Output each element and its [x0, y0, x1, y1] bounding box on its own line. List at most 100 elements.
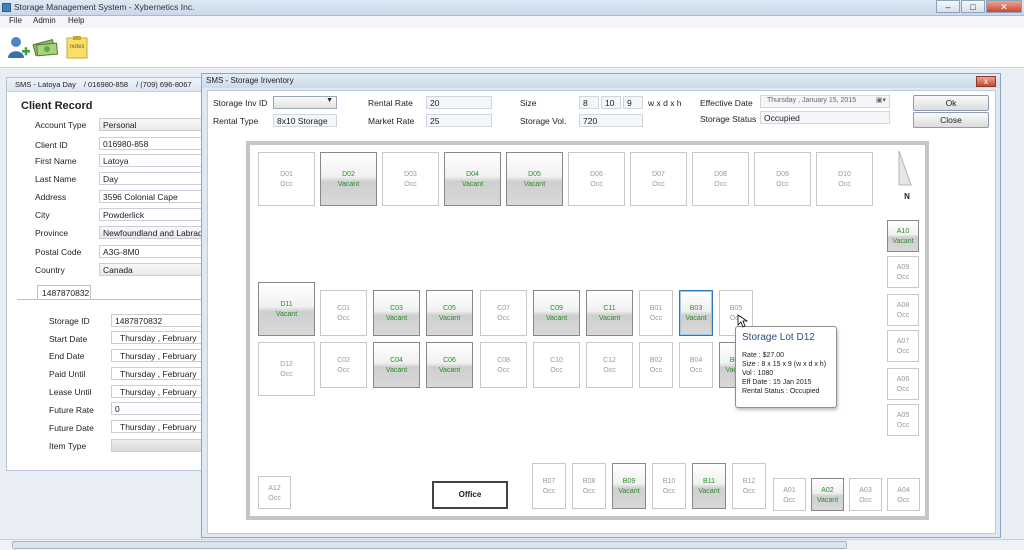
storage-lot-d01[interactable]: D01 Occ	[258, 152, 315, 206]
size-height-field[interactable]: 9	[623, 96, 643, 109]
lot-status: Occ	[497, 315, 510, 322]
effective-date-picker[interactable]: Thursday , January 15, 2015 ▣▾	[760, 95, 890, 108]
storage-lot-b03[interactable]: B03 Vacant	[679, 290, 713, 336]
add-client-icon[interactable]	[5, 34, 31, 60]
storage-lot-a04[interactable]: A04 Occ	[887, 478, 920, 511]
scrollbar-thumb[interactable]	[12, 541, 847, 549]
rental-type-field[interactable]: 8x10 Storage	[273, 114, 337, 127]
storage-lot-d03[interactable]: D03 Occ	[382, 152, 439, 206]
province-select[interactable]: Newfoundland and Labrador	[99, 226, 209, 239]
country-select[interactable]: Canada	[99, 263, 209, 276]
storage-lot-c12[interactable]: C12 Occ	[586, 342, 633, 388]
storage-vol-field[interactable]: 720	[579, 114, 643, 127]
close-window-button[interactable]: ✕	[986, 0, 1022, 13]
storage-lot-a07[interactable]: A07 Occ	[887, 330, 919, 362]
storage-lot-c11[interactable]: C11 Vacant	[586, 290, 633, 336]
crumb-client-name[interactable]: SMS - Latoya Day	[15, 80, 76, 89]
size-label: Size	[520, 98, 537, 108]
storage-lot-d07[interactable]: D07 Occ	[630, 152, 687, 206]
lot-id: D04	[466, 171, 479, 178]
maximize-button[interactable]: □	[961, 0, 985, 13]
ok-button[interactable]: Ok	[913, 95, 989, 111]
storage-lot-c06[interactable]: C06 Vacant	[426, 342, 473, 388]
storage-lot-b02[interactable]: B02 Occ	[639, 342, 673, 388]
province-label: Province	[35, 228, 69, 238]
storage-lot-c05[interactable]: C05 Vacant	[426, 290, 473, 336]
tab-storage-id[interactable]: 1487870832	[37, 285, 91, 300]
storage-lot-a10[interactable]: A10 Vacant	[887, 220, 919, 252]
storage-lot-d02[interactable]: D02 Vacant	[320, 152, 377, 206]
storage-lot-d06[interactable]: D06 Occ	[568, 152, 625, 206]
menu-help[interactable]: Help	[68, 16, 84, 25]
storage-lot-b01[interactable]: B01 Occ	[639, 290, 673, 336]
future-rate-field[interactable]: 0	[111, 402, 209, 415]
storage-lot-b09[interactable]: B09 Vacant	[612, 463, 646, 509]
storage-lot-a01[interactable]: A01 Occ	[773, 478, 806, 511]
storage-lot-c07[interactable]: C07 Occ	[480, 290, 527, 336]
storage-lot-a12[interactable]: A12 Occ	[258, 476, 291, 509]
start-date-picker[interactable]: Thursday , February	[111, 331, 209, 344]
horizontal-scrollbar[interactable]	[0, 539, 1024, 550]
storage-lot-c08[interactable]: C08 Occ	[480, 342, 527, 388]
storage-lot-a08[interactable]: A08 Occ	[887, 294, 919, 326]
lot-status: Vacant	[523, 181, 546, 188]
last-name-field[interactable]: Day	[99, 172, 209, 185]
first-name-field[interactable]: Latoya	[99, 154, 209, 167]
dialog-close-icon[interactable]: x	[976, 76, 996, 87]
lease-until-picker[interactable]: Thursday , February	[111, 385, 209, 398]
postal-code-field[interactable]: A3G-8M0	[99, 245, 209, 258]
client-id-field[interactable]: 016980-858	[99, 137, 209, 150]
storage-lot-a03[interactable]: A03 Occ	[849, 478, 882, 511]
storage-lot-c03[interactable]: C03 Vacant	[373, 290, 420, 336]
storage-inv-id-select[interactable]: ▼	[273, 96, 337, 109]
future-date-picker[interactable]: Thursday , February	[111, 420, 209, 433]
storage-lot-d05[interactable]: D05 Vacant	[506, 152, 563, 206]
paid-until-picker[interactable]: Thursday , February	[111, 367, 209, 380]
menu-admin[interactable]: Admin	[33, 16, 56, 25]
storage-lot-b08[interactable]: B08 Occ	[572, 463, 606, 509]
money-icon[interactable]	[32, 34, 58, 60]
dialog-title: SMS - Storage Inventory	[202, 74, 1000, 88]
storage-lot-b11[interactable]: B11 Vacant	[692, 463, 726, 509]
lot-id: D11	[280, 301, 293, 308]
tooltip-rate: Rate : $27.00	[742, 352, 785, 359]
storage-lot-c02[interactable]: C02 Occ	[320, 342, 367, 388]
rental-rate-field[interactable]: 20	[426, 96, 492, 109]
storage-lot-b12[interactable]: B12 Occ	[732, 463, 766, 509]
storage-lot-c04[interactable]: C04 Vacant	[373, 342, 420, 388]
minimize-button[interactable]: –	[936, 0, 960, 13]
account-type-select[interactable]: Personal	[99, 118, 209, 131]
lot-id: B11	[703, 478, 715, 485]
crumb-client-phone[interactable]: (709) 696-8067	[140, 80, 191, 89]
storage-lot-c01[interactable]: C01 Occ	[320, 290, 367, 336]
storage-lot-b10[interactable]: B10 Occ	[652, 463, 686, 509]
menu-file[interactable]: File	[9, 16, 22, 25]
storage-lot-d10[interactable]: D10 Occ	[816, 152, 873, 206]
item-type-select[interactable]	[111, 439, 209, 452]
storage-lot-d08[interactable]: D08 Occ	[692, 152, 749, 206]
crumb-client-id[interactable]: 016980-858	[88, 80, 128, 89]
size-depth-field[interactable]: 10	[601, 96, 621, 109]
storage-lot-a05[interactable]: A05 Occ	[887, 404, 919, 436]
storage-lot-d11[interactable]: D11 Vacant	[258, 282, 315, 336]
city-field[interactable]: Powderlick	[99, 208, 209, 221]
address-field[interactable]: 3596 Colonial Cape	[99, 190, 209, 203]
storage-lot-d09[interactable]: D09 Occ	[754, 152, 811, 206]
lot-id: D10	[838, 171, 851, 178]
storage-id-field[interactable]: 1487870832	[111, 314, 209, 327]
storage-lot-b04[interactable]: B04 Occ	[679, 342, 713, 388]
storage-lot-c09[interactable]: C09 Vacant	[533, 290, 580, 336]
storage-lot-a02[interactable]: A02 Vacant	[811, 478, 844, 511]
storage-lot-d04[interactable]: D04 Vacant	[444, 152, 501, 206]
close-button[interactable]: Close	[913, 112, 989, 128]
storage-lot-d12[interactable]: D12 Occ	[258, 342, 315, 396]
end-date-picker[interactable]: Thursday , February	[111, 349, 209, 362]
market-rate-field[interactable]: 25	[426, 114, 492, 127]
notes-icon[interactable]: notes	[64, 34, 90, 60]
storage-lot-a06[interactable]: A06 Occ	[887, 368, 919, 400]
storage-lot-b07[interactable]: B07 Occ	[532, 463, 566, 509]
storage-lot-c10[interactable]: C10 Occ	[533, 342, 580, 388]
storage-status-field[interactable]: Occupied	[760, 111, 890, 124]
size-width-field[interactable]: 8	[579, 96, 599, 109]
storage-lot-a09[interactable]: A09 Occ	[887, 256, 919, 288]
